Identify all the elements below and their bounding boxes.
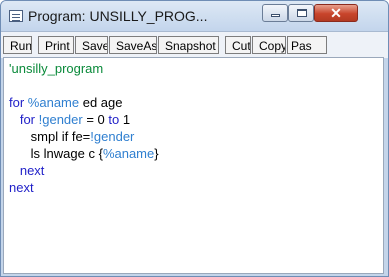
code-line: for %aname ed age	[9, 94, 159, 111]
code-token: next	[9, 163, 45, 178]
maximize-button[interactable]	[288, 4, 314, 22]
minimize-button[interactable]	[262, 4, 288, 22]
code-line: ls lnwage c {%aname}	[9, 145, 159, 162]
maximize-icon	[297, 9, 307, 17]
minimize-icon	[271, 14, 280, 17]
code-token: for	[9, 112, 39, 127]
code-token: = 0	[82, 112, 109, 127]
print-button[interactable]: Print	[38, 36, 74, 54]
code-editor[interactable]: 'unsilly_program for %aname ed age for !…	[3, 57, 384, 274]
code-token: 'unsilly_program	[9, 61, 104, 76]
saveas-button[interactable]: SaveAs	[109, 36, 157, 54]
code-token: ed age	[79, 95, 123, 110]
paste-button[interactable]: Pas	[287, 36, 327, 54]
copy-button[interactable]: Copy	[252, 36, 286, 54]
code-token: %aname	[27, 95, 80, 110]
code-line: next	[9, 179, 159, 196]
code-token: next	[9, 180, 34, 195]
run-button[interactable]: Run	[3, 36, 32, 54]
code-line: 'unsilly_program	[9, 60, 159, 77]
window-title: Program: UNSILLY_PROG...	[28, 8, 208, 24]
code-token: !gender	[38, 112, 83, 127]
code-token: ls lnwage c {	[9, 146, 103, 161]
program-window: Program: UNSILLY_PROG... ✕ Run Print Sav…	[0, 0, 389, 277]
program-window-icon	[9, 10, 23, 22]
code-token: }	[154, 146, 159, 161]
save-button[interactable]: Save	[75, 36, 108, 54]
code-token: smpl if fe=	[9, 129, 91, 144]
close-icon: ✕	[330, 5, 342, 21]
snapshot-button[interactable]: Snapshot	[158, 36, 219, 54]
title-bar[interactable]: Program: UNSILLY_PROG... ✕	[1, 1, 388, 31]
close-button[interactable]: ✕	[314, 4, 358, 22]
code-token: !gender	[90, 129, 135, 144]
program-code: 'unsilly_program for %aname ed age for !…	[9, 60, 159, 196]
code-line: smpl if fe=!gender	[9, 128, 159, 145]
code-line: next	[9, 162, 159, 179]
code-token: for	[9, 95, 28, 110]
code-token: to	[108, 112, 120, 127]
code-line: for !gender = 0 to 1	[9, 111, 159, 128]
toolbar: Run Print Save SaveAs Snapshot Cut Copy …	[1, 31, 388, 58]
code-token: %aname	[102, 146, 155, 161]
code-token: 1	[119, 112, 131, 127]
cut-button[interactable]: Cut	[225, 36, 251, 54]
